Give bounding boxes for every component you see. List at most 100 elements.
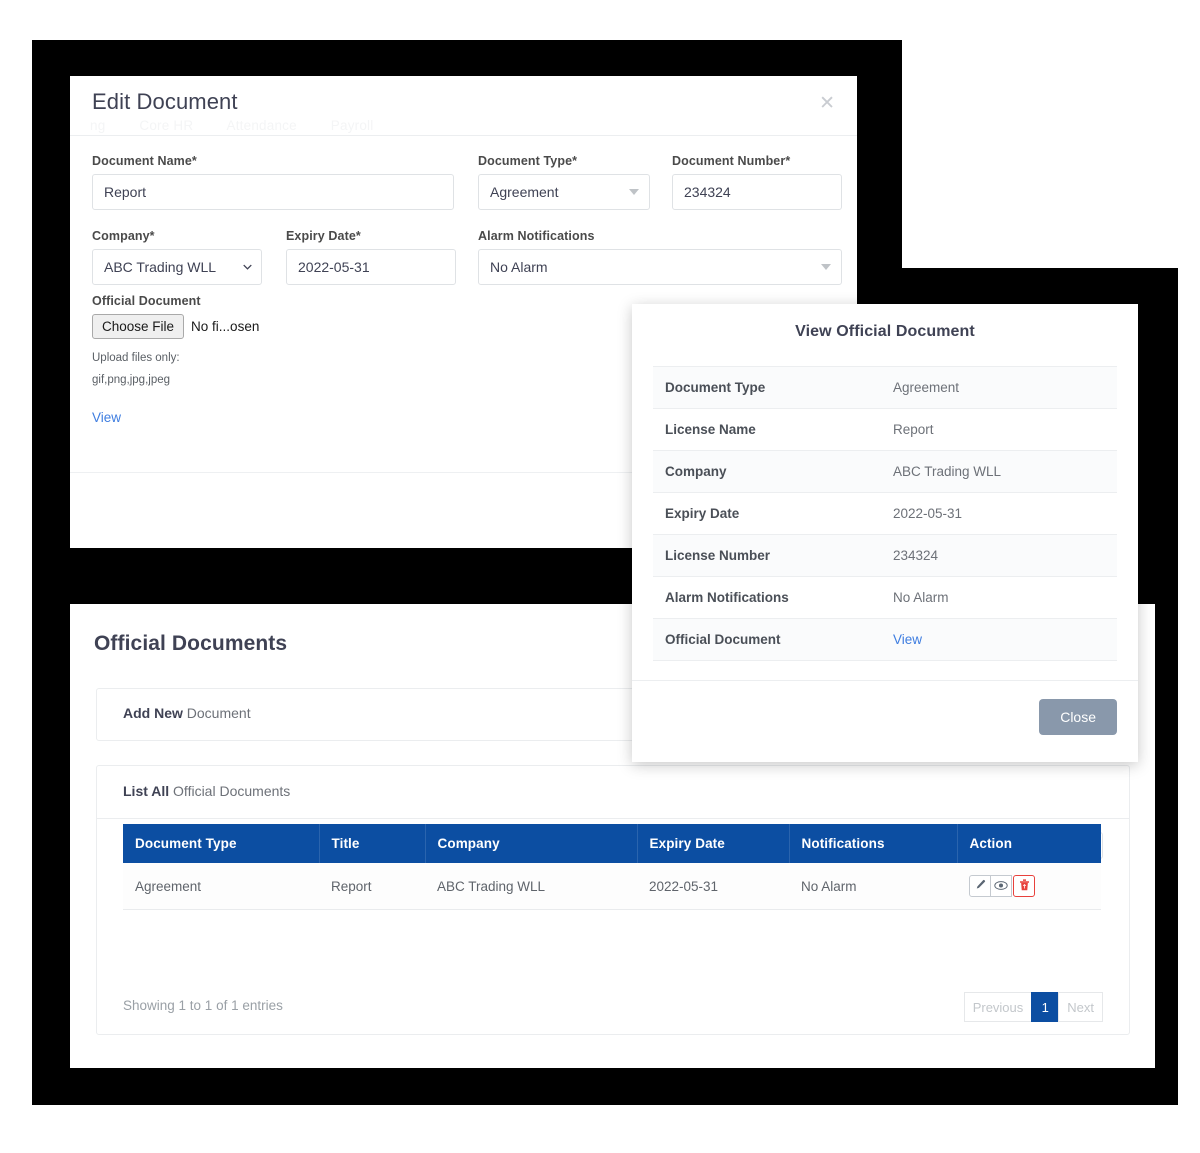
file-upload-row: Choose File No fi...osen <box>92 314 592 339</box>
cell-document-type: Agreement <box>123 863 319 910</box>
official-document-view-link[interactable]: View <box>92 410 121 425</box>
document-type-value[interactable] <box>478 174 650 210</box>
detail-value: ABC Trading WLL <box>893 464 1117 479</box>
upload-note-line-2: gif,png,jpg,jpeg <box>92 370 592 392</box>
view-eye-icon <box>994 879 1008 894</box>
field-expiry-date: Expiry Date* <box>286 229 456 285</box>
cell-notifications: No Alarm <box>789 863 957 910</box>
detail-row-alarm-notifications: Alarm Notifications No Alarm <box>653 577 1117 619</box>
view-modal-footer: Close <box>632 680 1138 762</box>
label-company: Company* <box>92 229 262 243</box>
upload-note: Upload files only: gif,png,jpg,jpeg <box>92 348 592 392</box>
detail-key: Company <box>653 464 893 479</box>
view-row-button[interactable] <box>990 875 1012 897</box>
alarm-notifications-select[interactable] <box>478 249 842 285</box>
ghost-nav-item-1: Core HR <box>139 118 193 133</box>
cell-actions <box>957 863 1101 910</box>
detail-key: License Number <box>653 548 893 563</box>
detail-key: License Name <box>653 422 893 437</box>
detail-key: Document Type <box>653 380 893 395</box>
pagination-next[interactable]: Next <box>1058 992 1103 1022</box>
edit-pencil-icon <box>974 879 986 894</box>
field-official-document: Official Document Choose File No fi...os… <box>92 294 592 427</box>
company-select[interactable]: ABC Trading WLL <box>92 249 262 285</box>
column-header-expiry-date[interactable]: Expiry Date <box>637 824 789 863</box>
delete-row-button[interactable] <box>1013 875 1035 897</box>
view-details-table: Document Type Agreement License Name Rep… <box>653 366 1117 661</box>
no-file-chosen-text: No fi...osen <box>191 319 259 334</box>
label-document-name: Document Name* <box>92 154 454 168</box>
column-header-notifications[interactable]: Notifications <box>789 824 957 863</box>
detail-value: No Alarm <box>893 590 1117 605</box>
detail-row-license-number: License Number 234324 <box>653 535 1117 577</box>
add-new-bold-text: Add New <box>123 705 183 721</box>
add-new-rest-text: Document <box>187 705 251 721</box>
column-header-company[interactable]: Company <box>425 824 637 863</box>
screen-root: Official Documents Add New Document List… <box>0 0 1200 1153</box>
pagination-page-1[interactable]: 1 <box>1031 992 1059 1022</box>
pagination-previous[interactable]: Previous <box>964 992 1033 1022</box>
edit-row-button[interactable] <box>969 875 991 897</box>
delete-trash-icon <box>1019 879 1030 894</box>
column-header-action: Action <box>957 824 1101 863</box>
close-button[interactable]: Close <box>1039 699 1117 735</box>
document-type-select[interactable] <box>478 174 650 210</box>
choose-file-button[interactable]: Choose File <box>92 314 184 339</box>
list-all-heading: List All Official Documents <box>97 766 1129 819</box>
list-all-rest-text: Official Documents <box>173 783 290 799</box>
official-document-view-link[interactable]: View <box>893 632 922 647</box>
field-document-type: Document Type* <box>478 154 650 210</box>
field-company: Company* ABC Trading WLL <box>92 229 262 285</box>
detail-row-document-type: Document Type Agreement <box>653 367 1117 409</box>
detail-key: Official Document <box>653 632 893 647</box>
column-header-title[interactable]: Title <box>319 824 425 863</box>
detail-value: Report <box>893 422 1117 437</box>
alarm-notifications-value[interactable] <box>478 249 842 285</box>
expiry-date-input[interactable] <box>286 249 456 285</box>
view-modal-title: View Official Document <box>632 323 1138 341</box>
table-row: Agreement Report ABC Trading WLL 2022-05… <box>123 863 1101 910</box>
view-official-document-modal: View Official Document Document Type Agr… <box>632 304 1138 762</box>
cell-expiry-date: 2022-05-31 <box>637 863 789 910</box>
table-header-row: Document Type Title Company Expiry Date … <box>123 824 1101 863</box>
column-header-document-type[interactable]: Document Type <box>123 824 319 863</box>
field-document-name: Document Name* <box>92 154 454 210</box>
page-title: Official Documents <box>94 632 287 656</box>
detail-value-link-wrap: View <box>893 632 1117 647</box>
ghost-nav-item-2: Attendance <box>227 118 297 133</box>
detail-row-official-document: Official Document View <box>653 619 1117 661</box>
detail-value: Agreement <box>893 380 1117 395</box>
detail-key: Expiry Date <box>653 506 893 521</box>
detail-value: 2022-05-31 <box>893 506 1117 521</box>
close-x-icon[interactable]: ✕ <box>819 94 835 113</box>
detail-row-expiry-date: Expiry Date 2022-05-31 <box>653 493 1117 535</box>
detail-row-license-name: License Name Report <box>653 409 1117 451</box>
list-all-documents-panel: List All Official Documents Show 10 entr… <box>96 765 1130 1035</box>
label-official-document: Official Document <box>92 294 592 308</box>
view-modal-header: View Official Document <box>632 304 1138 366</box>
field-document-number: Document Number* <box>672 154 842 210</box>
documents-table: Document Type Title Company Expiry Date … <box>123 824 1101 910</box>
company-select-wrap: ABC Trading WLL <box>92 249 262 285</box>
upload-note-line-1: Upload files only: <box>92 348 592 370</box>
label-expiry-date: Expiry Date* <box>286 229 456 243</box>
ghost-nav-item-3: Payroll <box>331 118 374 133</box>
edit-modal-header: Edit Document ng Core HR Attendance Payr… <box>70 76 857 136</box>
detail-value: 234324 <box>893 548 1117 563</box>
ghost-nav-item-0: ng <box>90 118 105 133</box>
detail-key: Alarm Notifications <box>653 590 893 605</box>
list-all-bold-text: List All <box>123 783 169 799</box>
edit-modal-title: Edit Document <box>92 89 238 115</box>
label-alarm-notifications: Alarm Notifications <box>478 229 842 243</box>
datatable-info: Showing 1 to 1 of 1 entries <box>123 998 283 1013</box>
cell-company: ABC Trading WLL <box>425 863 637 910</box>
detail-row-company: Company ABC Trading WLL <box>653 451 1117 493</box>
datatable-footer: Showing 1 to 1 of 1 entries Previous 1 N… <box>97 992 1129 1022</box>
document-number-input[interactable] <box>672 174 842 210</box>
row-action-group <box>969 875 1034 897</box>
background-nav-bleed: ng Core HR Attendance Payroll <box>90 118 690 133</box>
document-name-input[interactable] <box>92 174 454 210</box>
cell-title: Report <box>319 863 425 910</box>
label-document-type: Document Type* <box>478 154 650 168</box>
field-alarm-notifications: Alarm Notifications <box>478 229 842 285</box>
